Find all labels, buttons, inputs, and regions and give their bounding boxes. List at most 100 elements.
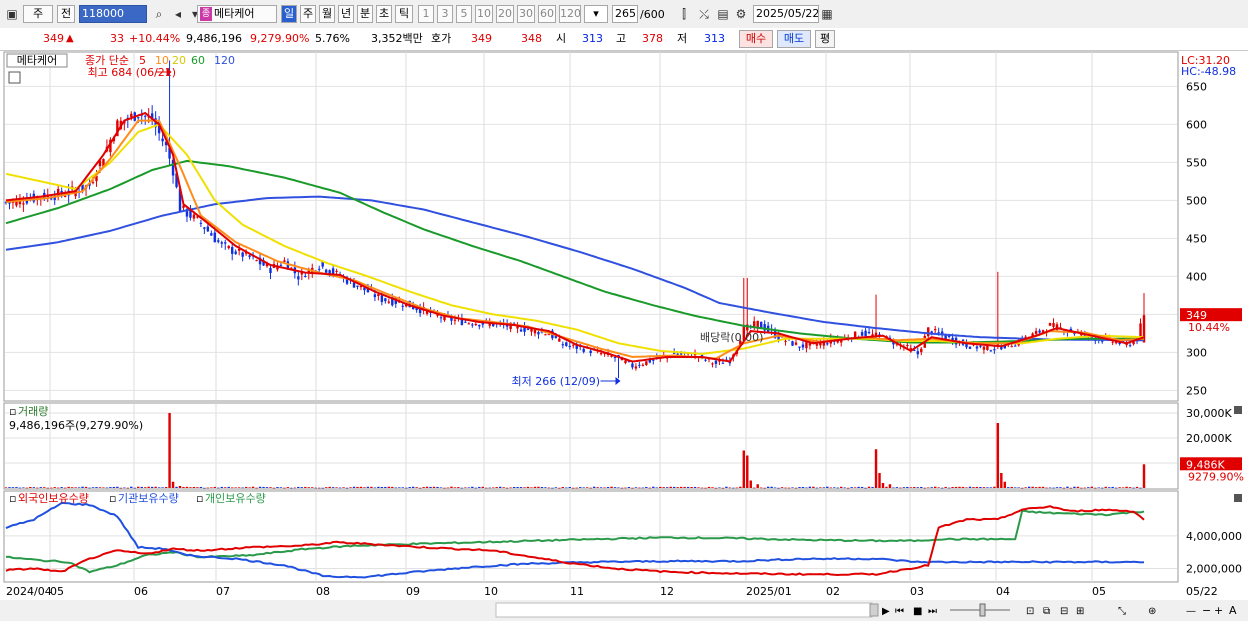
volume-bar — [387, 486, 391, 488]
volume-bar — [1048, 487, 1052, 489]
scroll-right-icon[interactable]: ▶ — [882, 606, 890, 617]
layout-icon[interactable]: ⊡ — [1026, 606, 1034, 617]
text-size-icon[interactable]: A — [1229, 604, 1237, 617]
volume-bar — [662, 487, 665, 488]
volume-bar — [373, 487, 377, 489]
volume-bar — [307, 487, 310, 488]
volume-bar — [199, 486, 203, 488]
candle-body — [676, 353, 679, 355]
candle-body — [993, 349, 996, 351]
volume-bar — [213, 486, 217, 488]
volume-bar — [1038, 486, 1041, 488]
candle-body — [8, 202, 11, 204]
volume-bar — [1118, 487, 1121, 488]
volume-bar — [690, 487, 693, 488]
volume-bar — [505, 487, 509, 489]
volume-bar — [290, 487, 293, 489]
volume-bar — [954, 486, 958, 488]
scrollbar-thumb[interactable] — [869, 603, 879, 617]
candle-body — [784, 340, 787, 342]
volume-bar — [714, 487, 718, 489]
volume-bar — [669, 486, 672, 488]
volume-bar — [265, 487, 269, 488]
candle-body — [561, 344, 565, 346]
candle-body — [906, 344, 909, 346]
scroll-last-icon[interactable]: ⏭ — [928, 606, 937, 617]
candle-body — [920, 348, 923, 353]
volume-bar — [123, 487, 126, 489]
draw-icon[interactable]: ⤡ — [1118, 606, 1126, 617]
scroll-first-icon[interactable]: ⏮ — [895, 606, 904, 617]
foreign-legend-icon: ▫ — [9, 492, 16, 505]
candle-body — [568, 345, 571, 347]
candle-body — [297, 276, 300, 280]
volume-bar — [965, 487, 968, 489]
volume-bar — [958, 486, 961, 488]
volume-bar — [481, 486, 484, 488]
volume-bar — [168, 413, 171, 488]
volume-bar — [502, 487, 505, 488]
holdings-tick-label: 2,000,000 — [1186, 563, 1242, 576]
volume-bar — [366, 486, 370, 488]
volume-bar — [540, 487, 544, 488]
volume-tick-label: 20,000K — [1186, 432, 1232, 445]
volume-bar — [352, 486, 356, 488]
zoom-out-icon[interactable]: — — [1186, 606, 1196, 617]
volume-close-icon[interactable] — [1234, 406, 1242, 414]
volume-bar — [857, 486, 860, 488]
volume-bar — [67, 486, 70, 488]
holdings-close-icon[interactable] — [1234, 494, 1242, 502]
volume-bar — [686, 486, 690, 488]
volume-bar — [627, 487, 631, 488]
volume-bar — [568, 487, 571, 488]
volume-bar — [32, 487, 36, 488]
candle-body — [826, 343, 829, 345]
volume-bar — [1055, 487, 1059, 488]
minus-icon[interactable]: − — [1202, 604, 1211, 617]
volume-bar — [217, 487, 220, 489]
volume-bar — [1132, 487, 1135, 489]
panel-icon[interactable]: ⊟ — [1060, 606, 1068, 617]
volume-bar — [961, 486, 965, 488]
volume-bar — [721, 487, 725, 489]
lock-icon[interactable]: ⊛ — [1148, 606, 1156, 617]
scrollbar-track[interactable] — [495, 602, 873, 618]
volume-bar — [1052, 487, 1055, 489]
split-icon[interactable]: ⊞ — [1076, 606, 1084, 617]
volume-bar — [909, 487, 913, 488]
volume-bar — [888, 484, 892, 488]
hc-readout: HC:-48.98 — [1181, 65, 1236, 78]
x-axis-label: 06 — [134, 585, 148, 598]
x-axis-label: 11 — [570, 585, 584, 598]
volume-bar — [112, 486, 116, 488]
stop-icon[interactable]: ■ — [913, 606, 922, 617]
volume-bar — [443, 487, 446, 489]
volume-bar — [446, 487, 450, 489]
volume-bar — [606, 487, 610, 488]
volume-bar — [951, 487, 954, 488]
volume-bar — [624, 487, 627, 489]
volume-bar — [1045, 487, 1048, 489]
volume-bar — [989, 487, 993, 488]
volume-bar — [801, 486, 805, 488]
compare-icon[interactable]: ⧉ — [1043, 606, 1050, 617]
candle-body — [641, 364, 645, 366]
plus-icon[interactable]: + — [1214, 604, 1223, 617]
grid-toggle-icon[interactable] — [8, 71, 21, 84]
volume-bar — [652, 486, 655, 488]
volume-bar — [272, 487, 276, 489]
zoom-slider-handle[interactable] — [979, 603, 986, 617]
volume-bar — [881, 483, 885, 488]
x-axis-label: 2024/04 — [6, 585, 52, 598]
volume-bar — [735, 487, 739, 489]
candle-body — [63, 196, 67, 198]
volume-bar — [850, 487, 853, 488]
volume-bar — [380, 486, 384, 488]
volume-bar — [711, 487, 714, 488]
volume-bar — [1010, 486, 1013, 488]
volume-bar — [210, 487, 213, 488]
volume-bar — [349, 487, 352, 488]
volume-bar — [683, 486, 686, 488]
candle-body — [1052, 322, 1055, 327]
volume-bar — [725, 486, 728, 488]
